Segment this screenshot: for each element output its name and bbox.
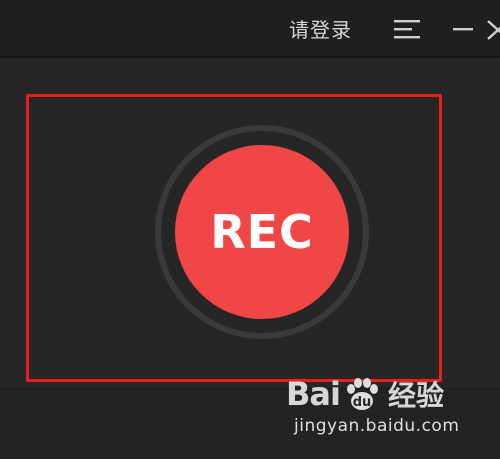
title-bar: 请登录 bbox=[0, 0, 500, 58]
rec-button[interactable]: REC bbox=[175, 145, 349, 319]
menu-icon[interactable] bbox=[393, 18, 421, 40]
record-button-highlight: REC bbox=[26, 94, 442, 382]
login-link[interactable]: 请登录 bbox=[289, 14, 352, 43]
close-icon[interactable] bbox=[486, 18, 500, 40]
recorder-window: 请登录 REC Bai du 经验 jingyan.baidu.com bbox=[0, 0, 500, 459]
main-panel: REC bbox=[0, 58, 500, 388]
bottom-bar bbox=[0, 388, 500, 459]
minimize-icon[interactable] bbox=[452, 18, 474, 40]
